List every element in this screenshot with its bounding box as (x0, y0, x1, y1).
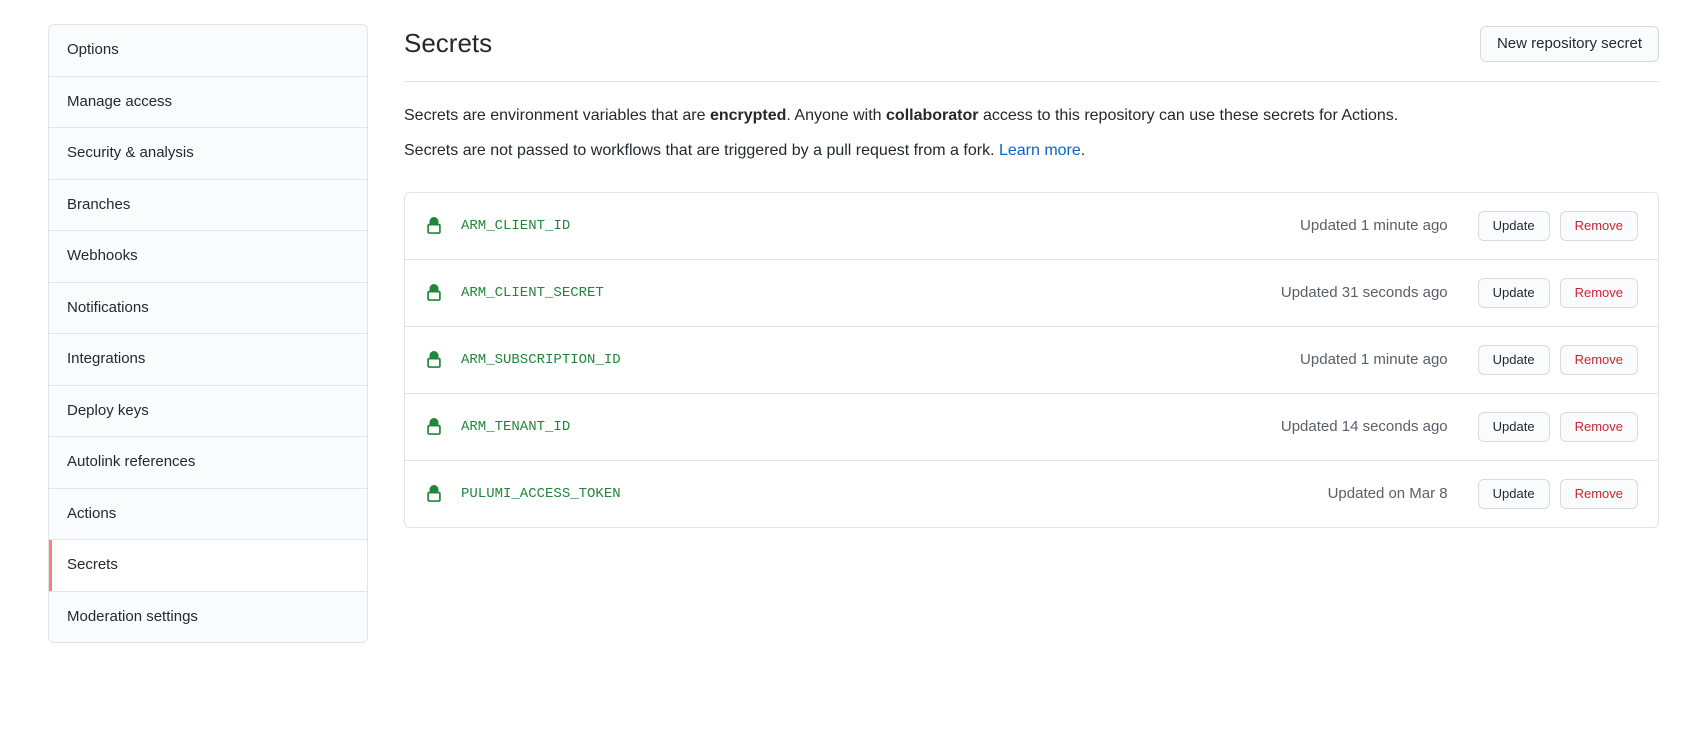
sidebar-item-autolink-references[interactable]: Autolink references (49, 437, 367, 489)
remove-button[interactable]: Remove (1560, 345, 1638, 375)
sidebar-item-moderation-settings[interactable]: Moderation settings (49, 592, 367, 643)
secret-updated: Updated 14 seconds ago (1281, 416, 1448, 439)
secret-actions: Update Remove (1478, 211, 1638, 241)
desc-text: Secrets are environment variables that a… (404, 107, 710, 124)
secret-actions: Update Remove (1478, 278, 1638, 308)
sidebar-item-notifications[interactable]: Notifications (49, 283, 367, 335)
sidebar-item-manage-access[interactable]: Manage access (49, 77, 367, 129)
secret-name: ARM_CLIENT_ID (461, 216, 570, 237)
update-button[interactable]: Update (1478, 412, 1550, 442)
secret-name: ARM_SUBSCRIPTION_ID (461, 350, 621, 371)
secret-updated: Updated 1 minute ago (1300, 215, 1448, 238)
remove-button[interactable]: Remove (1560, 479, 1638, 509)
update-button[interactable]: Update (1478, 345, 1550, 375)
sidebar-item-branches[interactable]: Branches (49, 180, 367, 232)
remove-button[interactable]: Remove (1560, 278, 1638, 308)
secret-updated: Updated 1 minute ago (1300, 349, 1448, 372)
secrets-description-line1: Secrets are environment variables that a… (404, 102, 1659, 129)
secret-updated: Updated 31 seconds ago (1281, 282, 1448, 305)
secret-name: ARM_CLIENT_SECRET (461, 283, 604, 304)
secrets-description-line2: Secrets are not passed to workflows that… (404, 137, 1659, 164)
desc-text: . (1081, 142, 1085, 159)
page-header: Secrets New repository secret (404, 24, 1659, 82)
learn-more-link[interactable]: Learn more (999, 142, 1081, 159)
sidebar-item-integrations[interactable]: Integrations (49, 334, 367, 386)
sidebar-item-options[interactable]: Options (49, 25, 367, 77)
secret-name: PULUMI_ACCESS_TOKEN (461, 484, 621, 505)
secret-updated: Updated on Mar 8 (1328, 483, 1448, 506)
secret-row: ARM_TENANT_ID Updated 14 seconds ago Updat… (405, 394, 1658, 461)
desc-strong-collaborator: collaborator (886, 107, 978, 124)
main-content: Secrets New repository secret Secrets ar… (404, 24, 1659, 643)
remove-button[interactable]: Remove (1560, 412, 1638, 442)
secret-name: ARM_TENANT_ID (461, 417, 570, 438)
sidebar-item-security-analysis[interactable]: Security & analysis (49, 128, 367, 180)
sidebar-menu: OptionsManage accessSecurity & analysisB… (48, 24, 368, 643)
desc-text: access to this repository can use these … (979, 107, 1399, 124)
lock-icon (425, 418, 443, 436)
sidebar-item-secrets[interactable]: Secrets (49, 540, 367, 592)
settings-sidebar: OptionsManage accessSecurity & analysisB… (48, 24, 368, 643)
lock-icon (425, 351, 443, 369)
update-button[interactable]: Update (1478, 278, 1550, 308)
secret-row: ARM_CLIENT_SECRET Updated 31 seconds ago U… (405, 260, 1658, 327)
desc-strong-encrypted: encrypted (710, 107, 786, 124)
secret-row: ARM_CLIENT_ID Updated 1 minute ago Update R… (405, 193, 1658, 260)
page-title: Secrets (404, 24, 492, 63)
remove-button[interactable]: Remove (1560, 211, 1638, 241)
secret-actions: Update Remove (1478, 479, 1638, 509)
secret-actions: Update Remove (1478, 412, 1638, 442)
lock-icon (425, 217, 443, 235)
secrets-list: ARM_CLIENT_ID Updated 1 minute ago Update R… (404, 192, 1659, 528)
lock-icon (425, 284, 443, 302)
new-repository-secret-button[interactable]: New repository secret (1480, 26, 1659, 62)
update-button[interactable]: Update (1478, 211, 1550, 241)
update-button[interactable]: Update (1478, 479, 1550, 509)
desc-text: . Anyone with (786, 107, 886, 124)
sidebar-item-actions[interactable]: Actions (49, 489, 367, 541)
secret-row: ARM_SUBSCRIPTION_ID Updated 1 minute ago U… (405, 327, 1658, 394)
desc-text: Secrets are not passed to workflows that… (404, 142, 999, 159)
lock-icon (425, 485, 443, 503)
secret-row: PULUMI_ACCESS_TOKEN Updated on Mar 8 Updat… (405, 461, 1658, 527)
secret-actions: Update Remove (1478, 345, 1638, 375)
sidebar-item-deploy-keys[interactable]: Deploy keys (49, 386, 367, 438)
sidebar-item-webhooks[interactable]: Webhooks (49, 231, 367, 283)
